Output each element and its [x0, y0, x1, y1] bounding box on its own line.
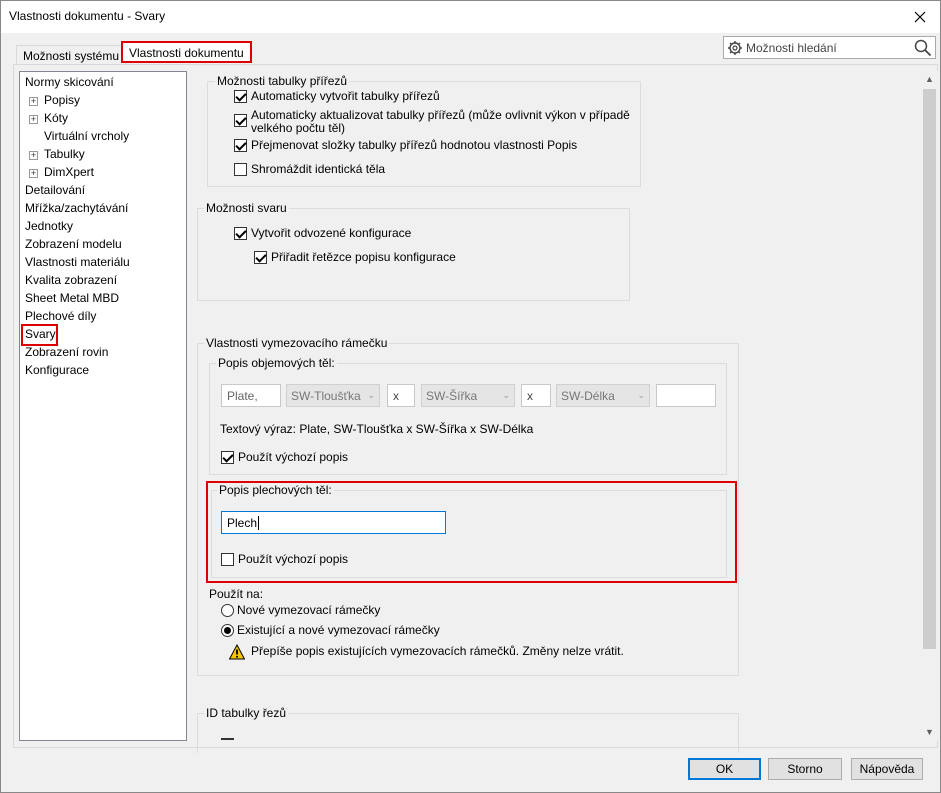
- text-expression: Textový výraz: Plate, SW-Tloušťka x SW-Š…: [220, 422, 534, 436]
- tree-item-plane-display[interactable]: Zobrazení rovin: [25, 345, 108, 359]
- warning-icon: [229, 644, 245, 660]
- tree-item-dimxpert[interactable]: DimXpert: [44, 165, 94, 179]
- scroll-up-icon[interactable]: ▲: [921, 71, 938, 88]
- volume-use-default-checkbox[interactable]: [221, 451, 234, 464]
- length-combo[interactable]: SW-Délka ⌄: [556, 384, 650, 407]
- separator-field-1[interactable]: x: [387, 384, 415, 407]
- sheet-use-default-label: Použít výchozí popis: [238, 552, 349, 566]
- tree-item-detailing[interactable]: Detailování: [25, 183, 85, 197]
- assign-config-description-checkbox[interactable]: [254, 251, 267, 264]
- expand-icon[interactable]: +: [29, 97, 38, 106]
- auto-create-cutlist-checkbox[interactable]: [234, 90, 247, 103]
- warning-text: Přepíše popis existujících vymezovacích …: [251, 644, 624, 658]
- tab-system-options[interactable]: Možnosti systému: [16, 45, 127, 65]
- auto-update-cutlist-label: Automaticky aktualizovat tabulky přířezů…: [251, 108, 630, 122]
- volume-use-default-label: Použít výchozí popis: [238, 450, 349, 464]
- dialog-window: Vlastnosti dokumentu - Svary Možnosti sy…: [0, 0, 941, 793]
- vertical-scrollbar[interactable]: ▲ ▼: [921, 71, 938, 741]
- scrollbar-thumb[interactable]: [923, 89, 936, 649]
- width-combo-value: SW-Šířka: [426, 389, 478, 403]
- assign-config-description-label: Přiřadit řetězce popisu konfigurace: [271, 250, 456, 264]
- collect-identical-bodies-checkbox[interactable]: [234, 163, 247, 176]
- apply-existing-and-new-radio[interactable]: [221, 624, 234, 637]
- create-derived-configs-checkbox[interactable]: [234, 227, 247, 240]
- tab-document-properties[interactable]: Vlastnosti dokumentu: [121, 41, 252, 63]
- search-icon[interactable]: [914, 39, 932, 57]
- separator-field-2[interactable]: x: [521, 384, 551, 407]
- collect-identical-bodies-label: Shromáždit identická těla: [251, 162, 386, 176]
- rename-cutlist-folders-label: Přejmenovat složky tabulky přířezů hodno…: [251, 138, 578, 152]
- tree-item-image-quality[interactable]: Kvalita zobrazení: [25, 273, 117, 287]
- volume-suffix-field[interactable]: [656, 384, 716, 407]
- weld-options-group-label: Možnosti svaru: [204, 201, 289, 215]
- tree-item-sketch-standards[interactable]: Normy skicování: [25, 75, 114, 89]
- rename-cutlist-folders-checkbox[interactable]: [234, 139, 247, 152]
- apply-to-label: Použít na:: [209, 587, 264, 601]
- width-combo[interactable]: SW-Šířka ⌄: [421, 384, 515, 407]
- tree-item-annotations[interactable]: Popisy: [44, 93, 80, 107]
- cancel-button[interactable]: Storno: [768, 758, 842, 780]
- tree-item-tables[interactable]: Tabulky: [44, 147, 85, 161]
- tree-item-units[interactable]: Jednotky: [25, 219, 73, 233]
- expand-icon[interactable]: +: [29, 169, 38, 178]
- cut-id-checkbox-partial[interactable]: [221, 738, 234, 740]
- auto-create-cutlist-label: Automaticky vytvořit tabulky přířezů: [251, 89, 440, 103]
- search-placeholder: Možnosti hledání: [746, 41, 837, 55]
- cutlist-group-label: Možnosti tabulky přířezů: [215, 74, 350, 88]
- ok-button[interactable]: OK: [688, 758, 761, 780]
- auto-update-cutlist-checkbox[interactable]: [234, 114, 247, 127]
- volume-description-label: Popis objemových těl:: [216, 356, 337, 370]
- chevron-down-icon: ⌄: [637, 390, 645, 400]
- thickness-combo[interactable]: SW-Tloušťka ⌄: [286, 384, 380, 407]
- help-button[interactable]: Nápověda: [851, 758, 923, 780]
- tree-item-dimensions[interactable]: Kóty: [44, 111, 68, 125]
- tree-item-model-display[interactable]: Zobrazení modelu: [25, 237, 122, 251]
- sheet-description-label: Popis plechových těl:: [217, 483, 334, 497]
- create-derived-configs-label: Vytvořit odvozené konfigurace: [251, 226, 412, 240]
- expand-icon[interactable]: +: [29, 115, 38, 124]
- chevron-down-icon: ⌄: [502, 390, 510, 400]
- apply-existing-and-new-label: Existující a nové vymezovací rámečky: [237, 623, 440, 637]
- scroll-down-icon[interactable]: ▼: [921, 724, 938, 741]
- sheet-description-input[interactable]: Plech: [221, 511, 446, 534]
- tree-item-grid-snap[interactable]: Mřížka/zachytávání: [25, 201, 128, 215]
- cut-id-group-label: ID tabulky řezů: [204, 706, 289, 720]
- apply-new-radio[interactable]: [221, 604, 234, 617]
- options-search[interactable]: Možnosti hledání: [723, 36, 936, 59]
- tree-item-material-properties[interactable]: Vlastnosti materiálu: [25, 255, 130, 269]
- thickness-combo-value: SW-Tloušťka: [291, 389, 361, 403]
- apply-new-label: Nové vymezovací rámečky: [237, 603, 381, 617]
- close-icon: [914, 11, 926, 23]
- chevron-down-icon: ⌄: [367, 390, 375, 400]
- auto-update-cutlist-label-2: velkého počtu těl): [251, 121, 346, 135]
- gear-icon[interactable]: [727, 40, 743, 56]
- length-combo-value: SW-Délka: [561, 389, 615, 403]
- tree-item-sheet-metal-mbd[interactable]: Sheet Metal MBD: [25, 291, 119, 305]
- bounding-box-group-label: Vlastnosti vymezovacího rámečku: [204, 336, 390, 350]
- tree-item-virtual-sharps[interactable]: Virtuální vrcholy: [44, 129, 129, 143]
- tree-item-configurations[interactable]: Konfigurace: [25, 363, 89, 377]
- text-caret: [258, 516, 263, 530]
- expand-icon[interactable]: +: [29, 151, 38, 160]
- tree-item-sheet-metal[interactable]: Plechové díly: [25, 309, 96, 323]
- sheet-description-value: Plech: [227, 516, 258, 530]
- volume-prefix-field[interactable]: Plate,: [221, 384, 281, 407]
- window-title: Vlastnosti dokumentu - Svary: [9, 9, 166, 23]
- close-button[interactable]: [900, 1, 940, 33]
- sheet-use-default-checkbox[interactable]: [221, 553, 234, 566]
- selection-highlight: [21, 324, 58, 346]
- title-bar: Vlastnosti dokumentu - Svary: [1, 1, 940, 33]
